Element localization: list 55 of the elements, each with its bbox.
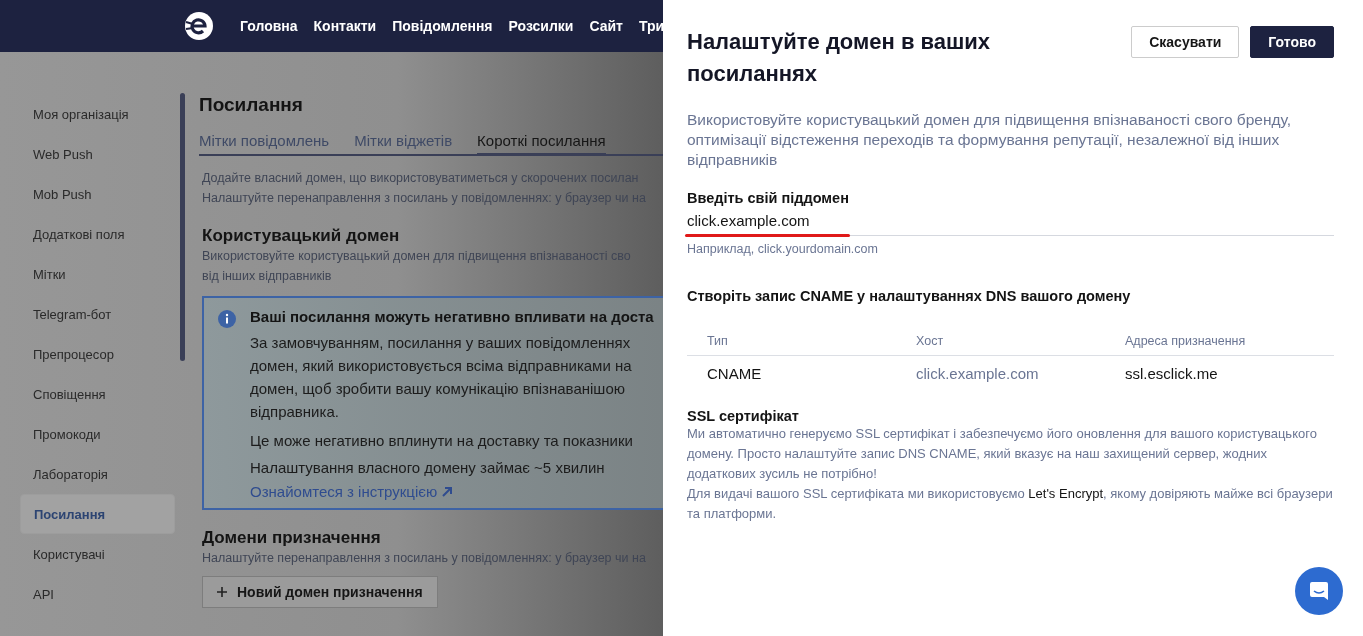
ssl-paragraph: Ми автоматично генеруємо SSL сертифікат і забезпечуємо його оновлення для вашого користувацького домену. Просто налаштуйте запис DNS CNAME, який вказує на наш захищений сервер, жодних додаткових зусиль не потрібно! — [687, 425, 1318, 483]
sidebar-item[interactable]: Web Push — [20, 134, 175, 174]
section-heading: SSL сертифікат — [687, 408, 800, 424]
sidebar-item[interactable]: Mob Push — [20, 174, 175, 214]
tab[interactable]: Мітки віджетів — [354, 132, 453, 156]
drawer-description: Використовуйте користувацький домен для підвищення впізнаваності свого бренду, оптимізації відстеження переходів та формування репутації, незалежної від інших відправників — [687, 110, 1293, 170]
table-cell-text: click.example.com — [916, 364, 1040, 382]
add-domain-button[interactable]: Новий домен призначення — [202, 576, 438, 608]
table-cell-text: ssl.esclick.me — [1125, 364, 1219, 382]
sidebar-item[interactable]: Додаткові поля — [20, 214, 175, 254]
done-button[interactable]: Готово — [1250, 26, 1334, 58]
table-cell-text: CNAME — [707, 364, 763, 382]
description-text: від інших відправників — [202, 268, 333, 285]
sidebar-item[interactable]: Користувачі — [20, 534, 175, 574]
sidebar-item[interactable]: Лабораторія — [20, 454, 175, 494]
scrollbar[interactable] — [180, 93, 185, 361]
section-heading: Створіть запис CNAME у налаштуваннях DNS вашого домену — [687, 288, 1132, 304]
logo-icon — [184, 11, 214, 41]
nav-link[interactable]: Сайт — [589, 18, 623, 34]
sidebar-item[interactable]: Telegram-бот — [20, 294, 175, 334]
alert-text: Налаштування власного домену займає ~5 хвилин — [250, 458, 606, 478]
nav-link[interactable]: Три — [638, 18, 663, 34]
field-hint: Наприклад, click.yourdomain.com — [687, 242, 879, 256]
info-icon — [218, 310, 236, 328]
page-title: Посилання — [199, 94, 304, 116]
ssl-paragraph: Для видачі вашого SSL сертифіката ми використовуємо Let's Encrypt, якому довіряють майже всі браузери та платформи. — [687, 485, 1334, 523]
column-header: Тип — [707, 333, 729, 348]
sidebar-item[interactable]: Промокоди — [20, 414, 175, 454]
alert-text: Це може негативно вплинути на доставку та показники — [250, 431, 634, 451]
drawer-title: Налаштуйте домен в ваших посиланнях — [687, 28, 992, 88]
sidebar-item[interactable]: Посилання — [20, 494, 175, 534]
arrow-icon — [441, 485, 454, 498]
field-label: Введіть свій піддомен — [687, 190, 850, 206]
column-header: Адреса призначення — [1125, 333, 1247, 348]
alert-title: Ваші посилання можуть негативно впливати на доста — [250, 308, 654, 325]
chat-button[interactable] — [1295, 567, 1343, 615]
sidebar-item[interactable]: Препроцесор — [20, 334, 175, 374]
nav-link[interactable]: Головна — [240, 18, 298, 34]
tab[interactable]: Мітки повідомлень — [199, 132, 330, 156]
nav-link[interactable]: Розсилки — [508, 18, 574, 34]
sidebar-item[interactable]: Сповіщення — [20, 374, 175, 414]
instruction-link[interactable]: Ознайомтеся з інструкцією — [250, 483, 654, 500]
alert-text: За замовчуванням, посилання у ваших повідомленнях домен, який використовується всіма відправниками на домен, щоб зробити вашу комунікацію впізнаванішою відправника. — [250, 333, 633, 422]
tab[interactable]: Короткі посилання — [477, 132, 606, 156]
chat-icon — [1308, 580, 1330, 602]
sidebar-item[interactable]: Моя організація — [20, 94, 175, 134]
section-heading: Домени призначення — [202, 528, 382, 548]
section-heading: Користувацький домен — [202, 226, 401, 246]
column-header: Хост — [916, 333, 945, 348]
cancel-button[interactable]: Скасувати — [1131, 26, 1240, 58]
sidebar-item[interactable]: Мітки — [20, 254, 175, 294]
nav-link[interactable]: Повідомлення — [392, 18, 493, 34]
sidebar-item[interactable]: API — [20, 574, 175, 614]
nav-link[interactable]: Контакти — [313, 18, 377, 34]
plus-icon — [217, 587, 227, 597]
